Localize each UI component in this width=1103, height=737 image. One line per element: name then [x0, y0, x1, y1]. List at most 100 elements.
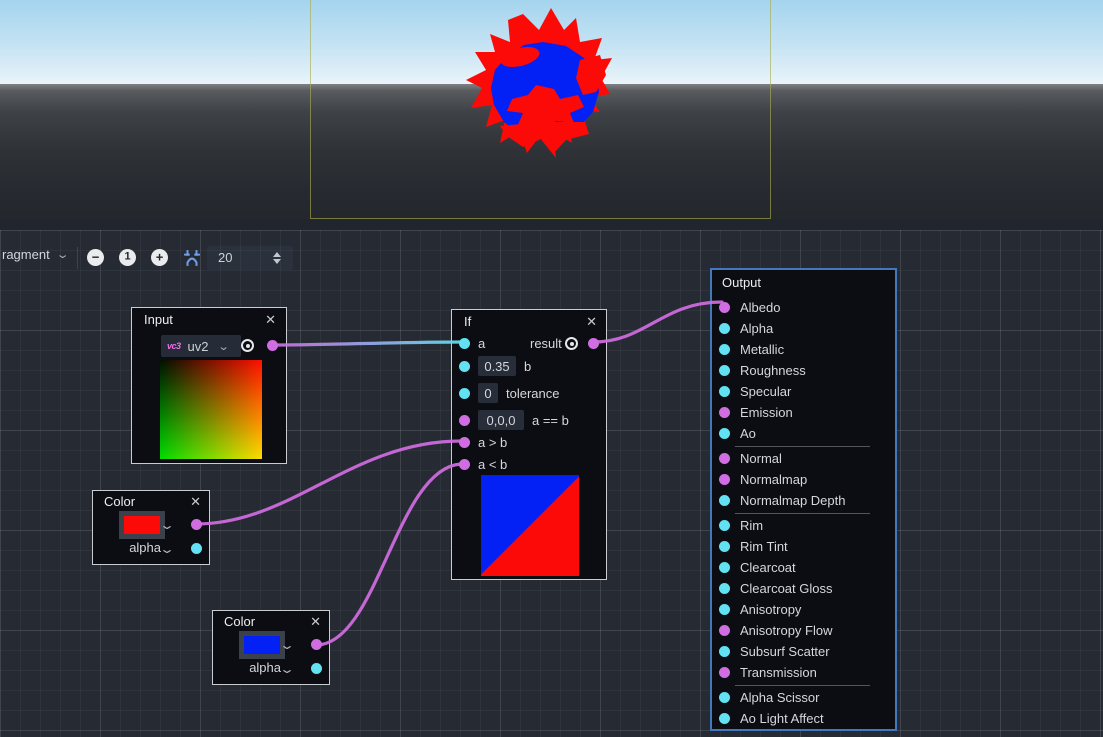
- port-label-b: b: [524, 359, 531, 374]
- port-dot[interactable]: [719, 453, 730, 464]
- port-dot[interactable]: [719, 541, 730, 552]
- output-port-row: Anisotropy: [712, 599, 895, 620]
- zoom-out-button[interactable]: −: [87, 249, 104, 266]
- snap-grid-toggle[interactable]: [183, 249, 201, 267]
- input-port-tolerance[interactable]: [459, 388, 470, 399]
- output-port-row: Specular: [712, 381, 895, 402]
- port-dot[interactable]: [719, 625, 730, 636]
- output-port-row: Anisotropy Flow: [712, 620, 895, 641]
- port-label: Ao Light Affect: [740, 711, 824, 726]
- port-dot[interactable]: [719, 302, 730, 313]
- port-dot[interactable]: [719, 407, 730, 418]
- output-port-row: Emission: [712, 402, 895, 423]
- port-dot[interactable]: [719, 583, 730, 594]
- port-label: Specular: [740, 384, 791, 399]
- chevron-down-icon[interactable]: ⌄: [159, 542, 175, 556]
- output-port-uv[interactable]: [267, 340, 278, 351]
- port-dot[interactable]: [719, 667, 730, 678]
- color-swatch-red: [124, 516, 160, 534]
- zoom-in-button[interactable]: +: [151, 249, 168, 266]
- port-label: Anisotropy Flow: [740, 623, 832, 638]
- spinner-down-icon: [273, 259, 281, 264]
- node-title: Color: [224, 614, 255, 629]
- shader-mode-dropdown[interactable]: ragment ⌄: [2, 247, 67, 262]
- output-port-row: Clearcoat: [712, 557, 895, 578]
- preview-visibility-icon[interactable]: [565, 337, 578, 350]
- node-output[interactable]: Output Albedo Alpha Metallic Roughness S…: [710, 268, 897, 731]
- port-dot[interactable]: [719, 386, 730, 397]
- b-value-field[interactable]: 0.35: [478, 356, 516, 376]
- uv-gradient-preview: [160, 360, 262, 459]
- output-port-row: Metallic: [712, 339, 895, 360]
- shader-preview-blob: [450, 0, 625, 165]
- plus-icon: +: [156, 251, 164, 264]
- output-port-result[interactable]: [588, 338, 599, 349]
- port-group-separator: [712, 511, 895, 515]
- output-port-row: Rim Tint: [712, 536, 895, 557]
- node-color-blue[interactable]: Color ✕ ⌄ alpha ⌄: [212, 610, 330, 685]
- close-icon[interactable]: ✕: [586, 314, 597, 330]
- port-dot[interactable]: [719, 604, 730, 615]
- port-label: Rim Tint: [740, 539, 788, 554]
- preview-visibility-icon[interactable]: [241, 339, 254, 352]
- zoom-reset-button[interactable]: 1: [119, 249, 136, 266]
- input-port-b[interactable]: [459, 361, 470, 372]
- snap-step-spinner[interactable]: [271, 250, 283, 266]
- tolerance-value-field[interactable]: 0: [478, 383, 498, 403]
- viewport-3d-preview: [0, 0, 1103, 219]
- port-label: Subsurf Scatter: [740, 644, 830, 659]
- shader-mode-label: ragment: [2, 247, 50, 262]
- port-dot[interactable]: [719, 344, 730, 355]
- port-label-alpha: alpha: [113, 540, 161, 555]
- close-icon[interactable]: ✕: [190, 494, 201, 510]
- node-color-red[interactable]: Color ✕ ⌄ alpha ⌄: [92, 490, 210, 565]
- port-label-result: result: [530, 336, 562, 351]
- port-dot[interactable]: [719, 562, 730, 573]
- port-label-tolerance: tolerance: [506, 386, 559, 401]
- node-if[interactable]: If ✕ a result 0.35 b 0 tolerance 0,0,0 a…: [451, 309, 607, 580]
- output-port-row: Alpha: [712, 318, 895, 339]
- port-dot[interactable]: [719, 692, 730, 703]
- port-dot[interactable]: [719, 520, 730, 531]
- port-dot[interactable]: [719, 428, 730, 439]
- port-dot[interactable]: [719, 495, 730, 506]
- output-port-alpha[interactable]: [191, 543, 202, 554]
- chevron-down-icon[interactable]: ⌄: [159, 518, 175, 532]
- input-port-a-lt-b[interactable]: [459, 459, 470, 470]
- input-selected-value: uv2: [188, 339, 209, 354]
- port-label: Roughness: [740, 363, 806, 378]
- output-port-color[interactable]: [191, 519, 202, 530]
- vec3-type-icon: vc3: [167, 341, 181, 351]
- port-label: Normal: [740, 451, 782, 466]
- close-icon[interactable]: ✕: [265, 312, 276, 328]
- port-dot[interactable]: [719, 646, 730, 657]
- port-label-alpha: alpha: [233, 660, 281, 675]
- a-eq-b-value-field[interactable]: 0,0,0: [478, 410, 524, 430]
- snap-step-value: 20: [218, 250, 232, 265]
- output-port-color[interactable]: [311, 639, 322, 650]
- port-dot[interactable]: [719, 713, 730, 724]
- output-port-row: Clearcoat Gloss: [712, 578, 895, 599]
- input-port-a-eq-b[interactable]: [459, 415, 470, 426]
- port-dot[interactable]: [719, 474, 730, 485]
- port-label-a-lt-b: a < b: [478, 457, 507, 472]
- port-label: Alpha Scissor: [740, 690, 819, 705]
- port-label-a-eq-b: a == b: [532, 413, 569, 428]
- node-input[interactable]: Input ✕ vc3 uv2 ⌄: [131, 307, 287, 464]
- input-port-a-gt-b[interactable]: [459, 437, 470, 448]
- port-dot[interactable]: [719, 365, 730, 376]
- input-port-a[interactable]: [459, 338, 470, 349]
- visual-shader-editor: ragment ⌄ − 1 + 20 Input ✕: [0, 0, 1103, 737]
- chevron-down-icon[interactable]: ⌄: [279, 662, 295, 676]
- output-port-row: Albedo: [712, 297, 895, 318]
- port-dot[interactable]: [719, 323, 730, 334]
- close-icon[interactable]: ✕: [310, 614, 321, 630]
- output-port-row: Ao: [712, 423, 895, 444]
- output-port-alpha[interactable]: [311, 663, 322, 674]
- output-port-row: Normalmap: [712, 469, 895, 490]
- output-port-row: Ao Light Affect: [712, 708, 895, 729]
- output-port-row: Roughness: [712, 360, 895, 381]
- port-label: Transmission: [740, 665, 817, 680]
- input-type-dropdown[interactable]: vc3 uv2 ⌄: [161, 335, 241, 357]
- chevron-down-icon[interactable]: ⌄: [279, 638, 295, 652]
